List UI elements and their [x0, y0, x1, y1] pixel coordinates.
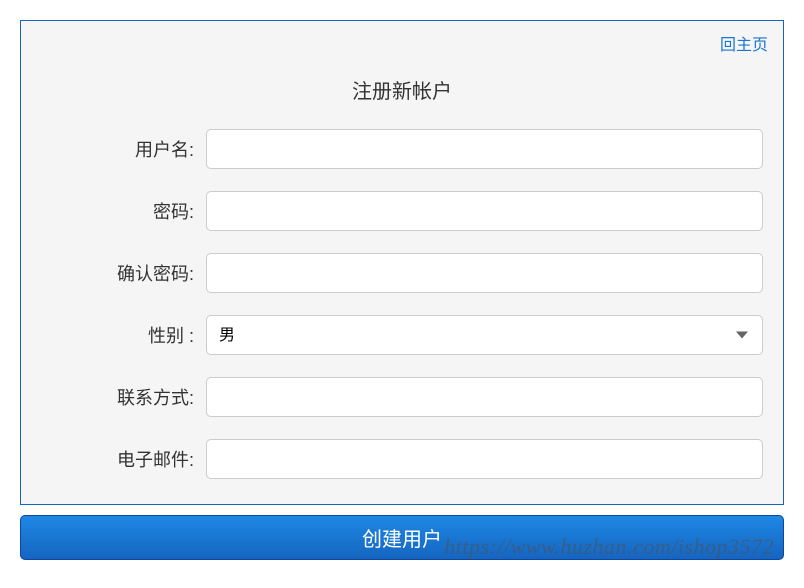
gender-select-wrapper: 男	[206, 315, 763, 355]
create-user-button[interactable]: 创建用户	[20, 515, 784, 560]
confirm-password-row: 确认密码:	[21, 253, 783, 315]
contact-row: 联系方式:	[21, 377, 783, 439]
email-row: 电子邮件:	[21, 439, 783, 504]
email-input[interactable]	[206, 439, 763, 479]
gender-select[interactable]: 男	[206, 315, 763, 355]
contact-input[interactable]	[206, 377, 763, 417]
contact-label: 联系方式:	[41, 384, 206, 410]
registration-form-container: 回主页 注册新帐户 用户名: 密码: 确认密码: 性别 : 男 联系方式: 电子…	[20, 20, 784, 505]
back-link-wrapper: 回主页	[21, 21, 783, 55]
back-home-link[interactable]: 回主页	[720, 37, 768, 54]
gender-row: 性别 : 男	[21, 315, 783, 377]
confirm-password-input[interactable]	[206, 253, 763, 293]
password-row: 密码:	[21, 191, 783, 253]
username-row: 用户名:	[21, 129, 783, 191]
password-input[interactable]	[206, 191, 763, 231]
confirm-password-label: 确认密码:	[41, 260, 206, 286]
form-title: 注册新帐户	[21, 55, 783, 129]
gender-label: 性别 :	[41, 322, 206, 348]
username-label: 用户名:	[41, 136, 206, 162]
password-label: 密码:	[41, 198, 206, 224]
email-label: 电子邮件:	[41, 446, 206, 472]
username-input[interactable]	[206, 129, 763, 169]
